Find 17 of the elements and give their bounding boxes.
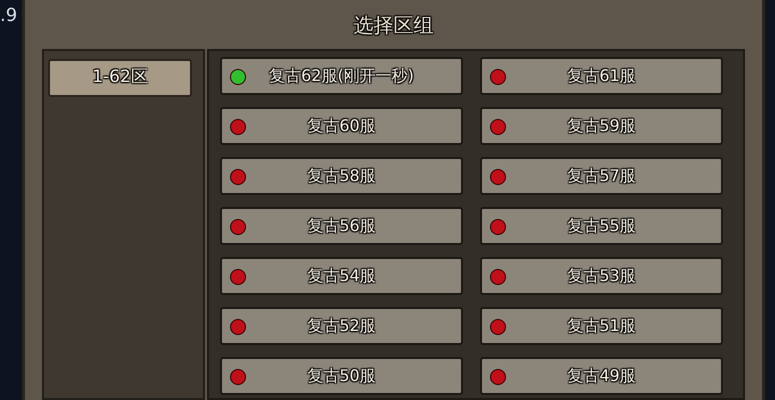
server-button[interactable]: 复古53服	[480, 257, 723, 295]
server-button[interactable]: 复古50服	[220, 357, 463, 395]
dialog-title: 选择区组	[354, 12, 434, 38]
server-button[interactable]: 复古49服	[480, 357, 723, 395]
server-button[interactable]: 复古51服	[480, 307, 723, 345]
server-button[interactable]: 复古56服	[220, 207, 463, 245]
server-button[interactable]: 复古57服	[480, 157, 723, 195]
server-button[interactable]: 复古61服	[480, 57, 723, 95]
server-button[interactable]: 复古55服	[480, 207, 723, 245]
zone-tab[interactable]: 1-62区	[48, 59, 192, 97]
server-button[interactable]: 复古54服	[220, 257, 463, 295]
server-button[interactable]: 复古62服(刚开一秒)	[220, 57, 463, 95]
server-button[interactable]: 复古52服	[220, 307, 463, 345]
corner-text: .9	[0, 5, 18, 26]
server-button[interactable]: 复古60服	[220, 107, 463, 145]
server-button[interactable]: 复古58服	[220, 157, 463, 195]
server-button[interactable]: 复古59服	[480, 107, 723, 145]
